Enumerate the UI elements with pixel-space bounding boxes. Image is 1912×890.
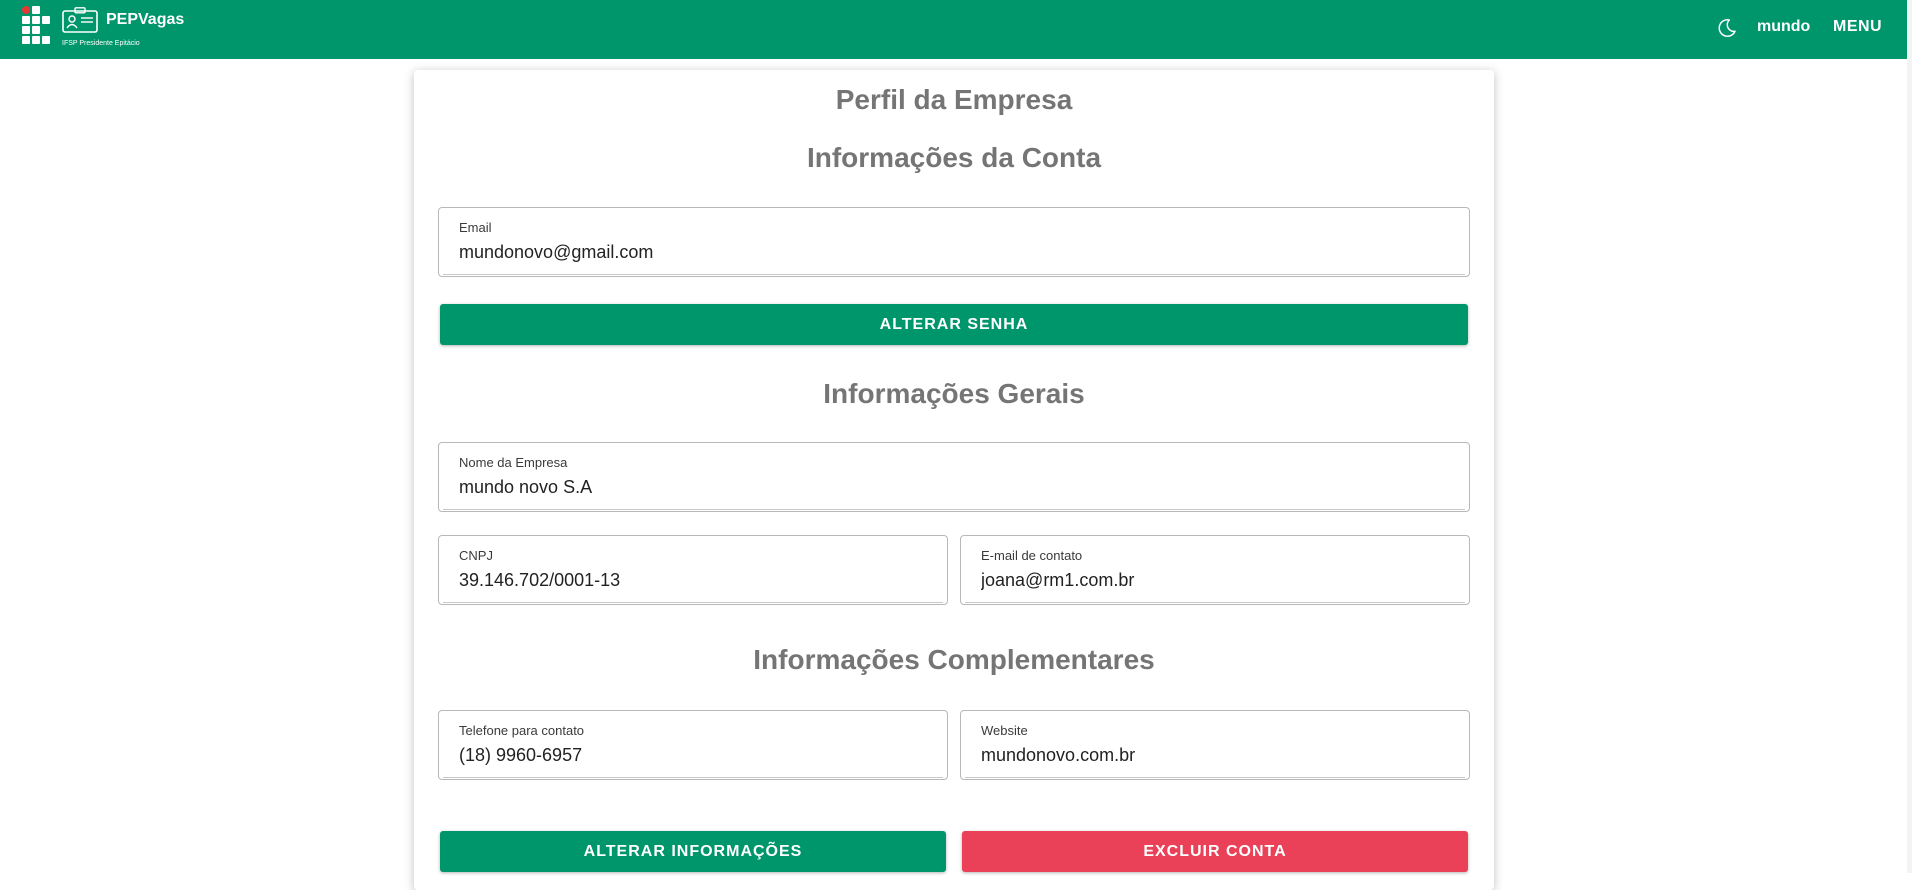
cnpj-input[interactable] xyxy=(459,570,942,591)
website-label: Website xyxy=(981,723,1028,738)
menu-button[interactable]: MENU xyxy=(1833,18,1882,36)
account-section-title: Informações da Conta xyxy=(806,142,1102,173)
phone-label: Telefone para contato xyxy=(459,723,585,738)
contact-email-field[interactable]: E-mail de contato xyxy=(960,535,1470,605)
page-title: Perfil da Empresa xyxy=(835,84,1073,115)
cnpj-field[interactable]: CNPJ xyxy=(438,535,948,605)
brand-title[interactable]: PEPVagas xyxy=(106,11,184,29)
user-menu[interactable]: mundo xyxy=(1757,18,1810,36)
app-header: PEPVagas IFSP Presidente Epitácio mundo … xyxy=(0,0,1907,59)
company-name-input[interactable] xyxy=(459,477,1438,498)
email-label: Email xyxy=(459,220,492,235)
contact-email-input[interactable] xyxy=(981,570,1464,591)
moon-icon[interactable] xyxy=(1716,17,1738,39)
email-input[interactable] xyxy=(459,242,1438,263)
company-profile-card: Perfil da Empresa Informações da Conta E… xyxy=(414,70,1494,890)
website-input[interactable] xyxy=(981,745,1464,766)
scrollbar[interactable] xyxy=(1907,0,1912,873)
general-section-title: Informações Gerais xyxy=(823,378,1085,409)
cnpj-label: CNPJ xyxy=(459,548,493,563)
company-name-label: Nome da Empresa xyxy=(459,455,568,470)
email-field[interactable]: Email xyxy=(438,207,1470,277)
phone-field[interactable]: Telefone para contato xyxy=(438,710,948,780)
update-info-button[interactable]: ALTERAR INFORMAÇÕES xyxy=(440,831,946,872)
complementary-section-title: Informações Complementares xyxy=(753,644,1155,675)
delete-account-button[interactable]: EXCLUIR CONTA xyxy=(962,831,1468,872)
brand-subtitle: IFSP Presidente Epitácio xyxy=(62,40,140,47)
website-field[interactable]: Website xyxy=(960,710,1470,780)
id-card-icon xyxy=(62,7,98,33)
ifsp-logo-icon[interactable] xyxy=(22,6,52,48)
company-name-field[interactable]: Nome da Empresa xyxy=(438,442,1470,512)
contact-email-label: E-mail de contato xyxy=(981,548,1083,563)
change-password-button[interactable]: ALTERAR SENHA xyxy=(440,304,1468,345)
phone-input[interactable] xyxy=(459,745,942,766)
